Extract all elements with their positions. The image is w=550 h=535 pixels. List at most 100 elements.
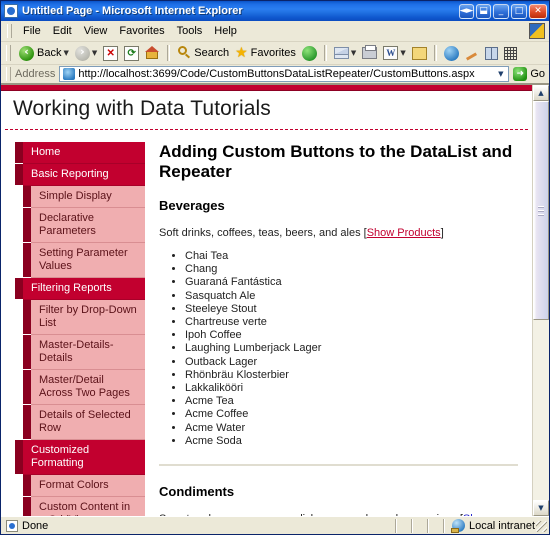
menu-grip[interactable] (7, 24, 12, 38)
toolbar-grip[interactable] (6, 45, 11, 61)
show-products-link[interactable]: Show Products (367, 227, 441, 239)
stop-button[interactable]: ✕ (100, 45, 121, 62)
sidebar-item-format-colors[interactable]: Format Colors (31, 475, 145, 497)
address-input[interactable]: http://localhost:3699/Code/CustomButtons… (59, 66, 509, 82)
history-button[interactable] (299, 45, 320, 62)
status-divider (443, 519, 445, 533)
forward-arrow-icon: › (75, 46, 90, 61)
title-bar: Untitled Page - Microsoft Internet Explo… (1, 1, 549, 21)
scroll-down-button[interactable]: ▼ (533, 500, 549, 516)
mail-icon (334, 47, 349, 59)
menu-favorites[interactable]: Favorites (113, 23, 170, 39)
globe-icon (444, 46, 459, 61)
security-zone-text: Local intranet (469, 520, 535, 532)
page-status-icon (6, 520, 18, 532)
sidebar-item-home[interactable]: Home (23, 142, 145, 164)
back-button[interactable]: ‹ Back ▼ (16, 45, 72, 62)
edit-button[interactable]: W ▼ (380, 45, 408, 61)
list-item: Chai Tea (185, 250, 518, 263)
home-icon (145, 46, 160, 60)
favorites-button[interactable]: ★ Favorites (232, 46, 299, 60)
mail-button[interactable]: ▼ (331, 46, 359, 60)
extra-tool-1-button[interactable] (462, 45, 482, 61)
word-edit-icon: W (383, 46, 398, 60)
mail-dropdown-icon[interactable]: ▼ (351, 49, 356, 57)
menu-view[interactable]: View (78, 23, 114, 39)
list-item: Laughing Lumberjack Lager (185, 342, 518, 355)
maximize-button[interactable]: □ (511, 4, 527, 19)
list-item: Acme Coffee (185, 408, 518, 421)
sidebar-item-details-of-selected-row[interactable]: Details of Selected Row (31, 405, 145, 440)
category-description: Sweet and savory sauces, relishes, sprea… (159, 512, 518, 516)
home-button[interactable] (142, 45, 163, 61)
go-button[interactable]: ➜ Go (511, 67, 549, 81)
page-icon (4, 4, 18, 18)
main-content: Adding Custom Buttons to the DataList an… (145, 142, 532, 516)
category-beverages: Beverages Soft drinks, coffees, teas, be… (159, 198, 518, 448)
minimize-button[interactable]: _ (493, 4, 509, 19)
go-label: Go (530, 68, 545, 80)
toolbar-separator-3 (434, 45, 437, 61)
back-arrow-icon: ‹ (19, 46, 34, 61)
scrollbar-track[interactable] (533, 101, 549, 500)
refresh-button[interactable]: ⟳ (121, 45, 142, 62)
sidebar-item-basic-reporting[interactable]: Basic Reporting (23, 164, 145, 186)
status-divider (411, 519, 413, 533)
site-title: Working with Data Tutorials (1, 91, 532, 129)
bracket-close: ] (441, 227, 444, 239)
extra-tool-3-button[interactable] (501, 46, 520, 61)
menu-bar: File Edit View Favorites Tools Help (1, 21, 549, 42)
scroll-up-button[interactable]: ▲ (533, 85, 549, 101)
address-url-text: http://localhost:3699/Code/CustomButtons… (78, 68, 493, 80)
address-grip[interactable] (6, 67, 11, 81)
messenger-button[interactable] (441, 45, 462, 62)
scrollbar-thumb[interactable] (533, 101, 549, 320)
list-item: Chang (185, 263, 518, 276)
sidebar-item-custom-content-gridview[interactable]: Custom Content in a GridView (31, 497, 145, 516)
status-divider (395, 519, 397, 533)
page-title: Adding Custom Buttons to the DataList an… (159, 142, 518, 182)
sidebar-item-filtering-reports[interactable]: Filtering Reports (23, 278, 145, 300)
back-dropdown-icon[interactable]: ▼ (63, 49, 68, 57)
extra-tool-2-button[interactable] (482, 46, 501, 61)
vertical-scrollbar[interactable]: ▲ ▼ (532, 85, 549, 516)
sidebar-item-filter-by-drop-down-list[interactable]: Filter by Drop-Down List (31, 300, 145, 335)
restore-group-button[interactable]: ◄► (459, 4, 474, 19)
menu-help[interactable]: Help (208, 23, 243, 39)
close-button[interactable]: ✕ (529, 4, 547, 19)
status-divider (427, 519, 429, 533)
menu-file[interactable]: File (17, 23, 47, 39)
category-description-text: Sweet and savory sauces, relishes, sprea… (159, 513, 457, 516)
address-label: Address (15, 68, 55, 80)
sidebar-item-setting-parameter-values[interactable]: Setting Parameter Values (31, 243, 145, 278)
window-title: Untitled Page - Microsoft Internet Explo… (22, 5, 459, 17)
sidebar-item-simple-display[interactable]: Simple Display (31, 186, 145, 208)
discuss-button[interactable] (409, 46, 430, 61)
ie-logo-icon (529, 23, 545, 39)
list-item: Outback Lager (185, 356, 518, 369)
edit-dropdown-icon[interactable]: ▼ (400, 49, 405, 57)
toolbar-separator-1 (167, 45, 170, 61)
menu-tools[interactable]: Tools (171, 23, 209, 39)
forward-dropdown-icon[interactable]: ▼ (92, 49, 97, 57)
menu-edit[interactable]: Edit (47, 23, 78, 39)
list-item: Acme Tea (185, 395, 518, 408)
address-dropdown-icon[interactable]: ▼ (493, 67, 508, 81)
sidebar-item-declarative-parameters[interactable]: Declarative Parameters (31, 208, 145, 243)
status-bar: Done Local intranet (1, 516, 549, 534)
list-item: Guaraná Fantástica (185, 276, 518, 289)
forward-button[interactable]: › ▼ (72, 45, 100, 62)
restore-window-button[interactable]: ⬓ (476, 4, 491, 19)
sidebar-item-master-details-details[interactable]: Master-Details-Details (31, 335, 145, 370)
page-favicon-icon (63, 68, 75, 80)
address-bar: Address http://localhost:3699/Code/Custo… (1, 65, 549, 84)
security-zone-pane[interactable]: Local intranet (452, 519, 549, 532)
search-button[interactable]: Search (174, 45, 232, 61)
sidebar-nav: Home Basic Reporting Simple Display Decl… (15, 142, 145, 516)
sidebar-item-master-detail-across-two-pages[interactable]: Master/Detail Across Two Pages (31, 370, 145, 405)
toolbar-separator-2 (324, 45, 327, 61)
sidebar-item-customized-formatting[interactable]: Customized Formatting (23, 440, 145, 475)
list-item: Rhönbräu Klosterbier (185, 369, 518, 382)
print-button[interactable] (359, 46, 380, 60)
resize-grip[interactable] (536, 521, 547, 532)
